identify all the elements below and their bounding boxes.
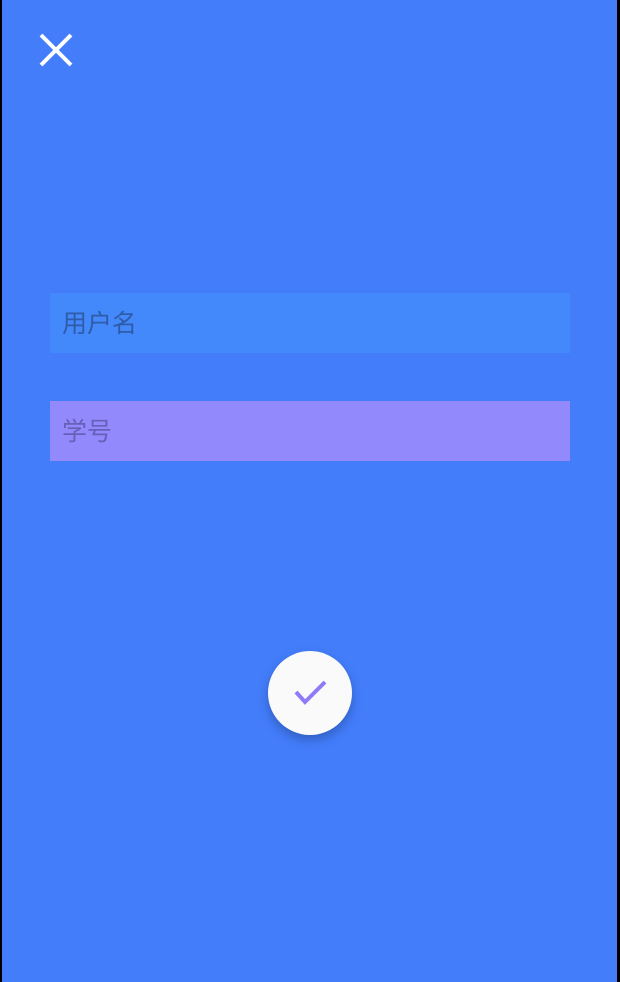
login-screen [2, 0, 617, 982]
confirm-button[interactable] [268, 651, 352, 735]
student-id-field [50, 401, 570, 461]
check-icon [294, 680, 327, 705]
close-icon [39, 33, 73, 67]
username-field [50, 293, 570, 353]
close-button[interactable] [34, 28, 78, 72]
student-id-input[interactable] [62, 401, 570, 461]
username-input[interactable] [62, 293, 570, 353]
